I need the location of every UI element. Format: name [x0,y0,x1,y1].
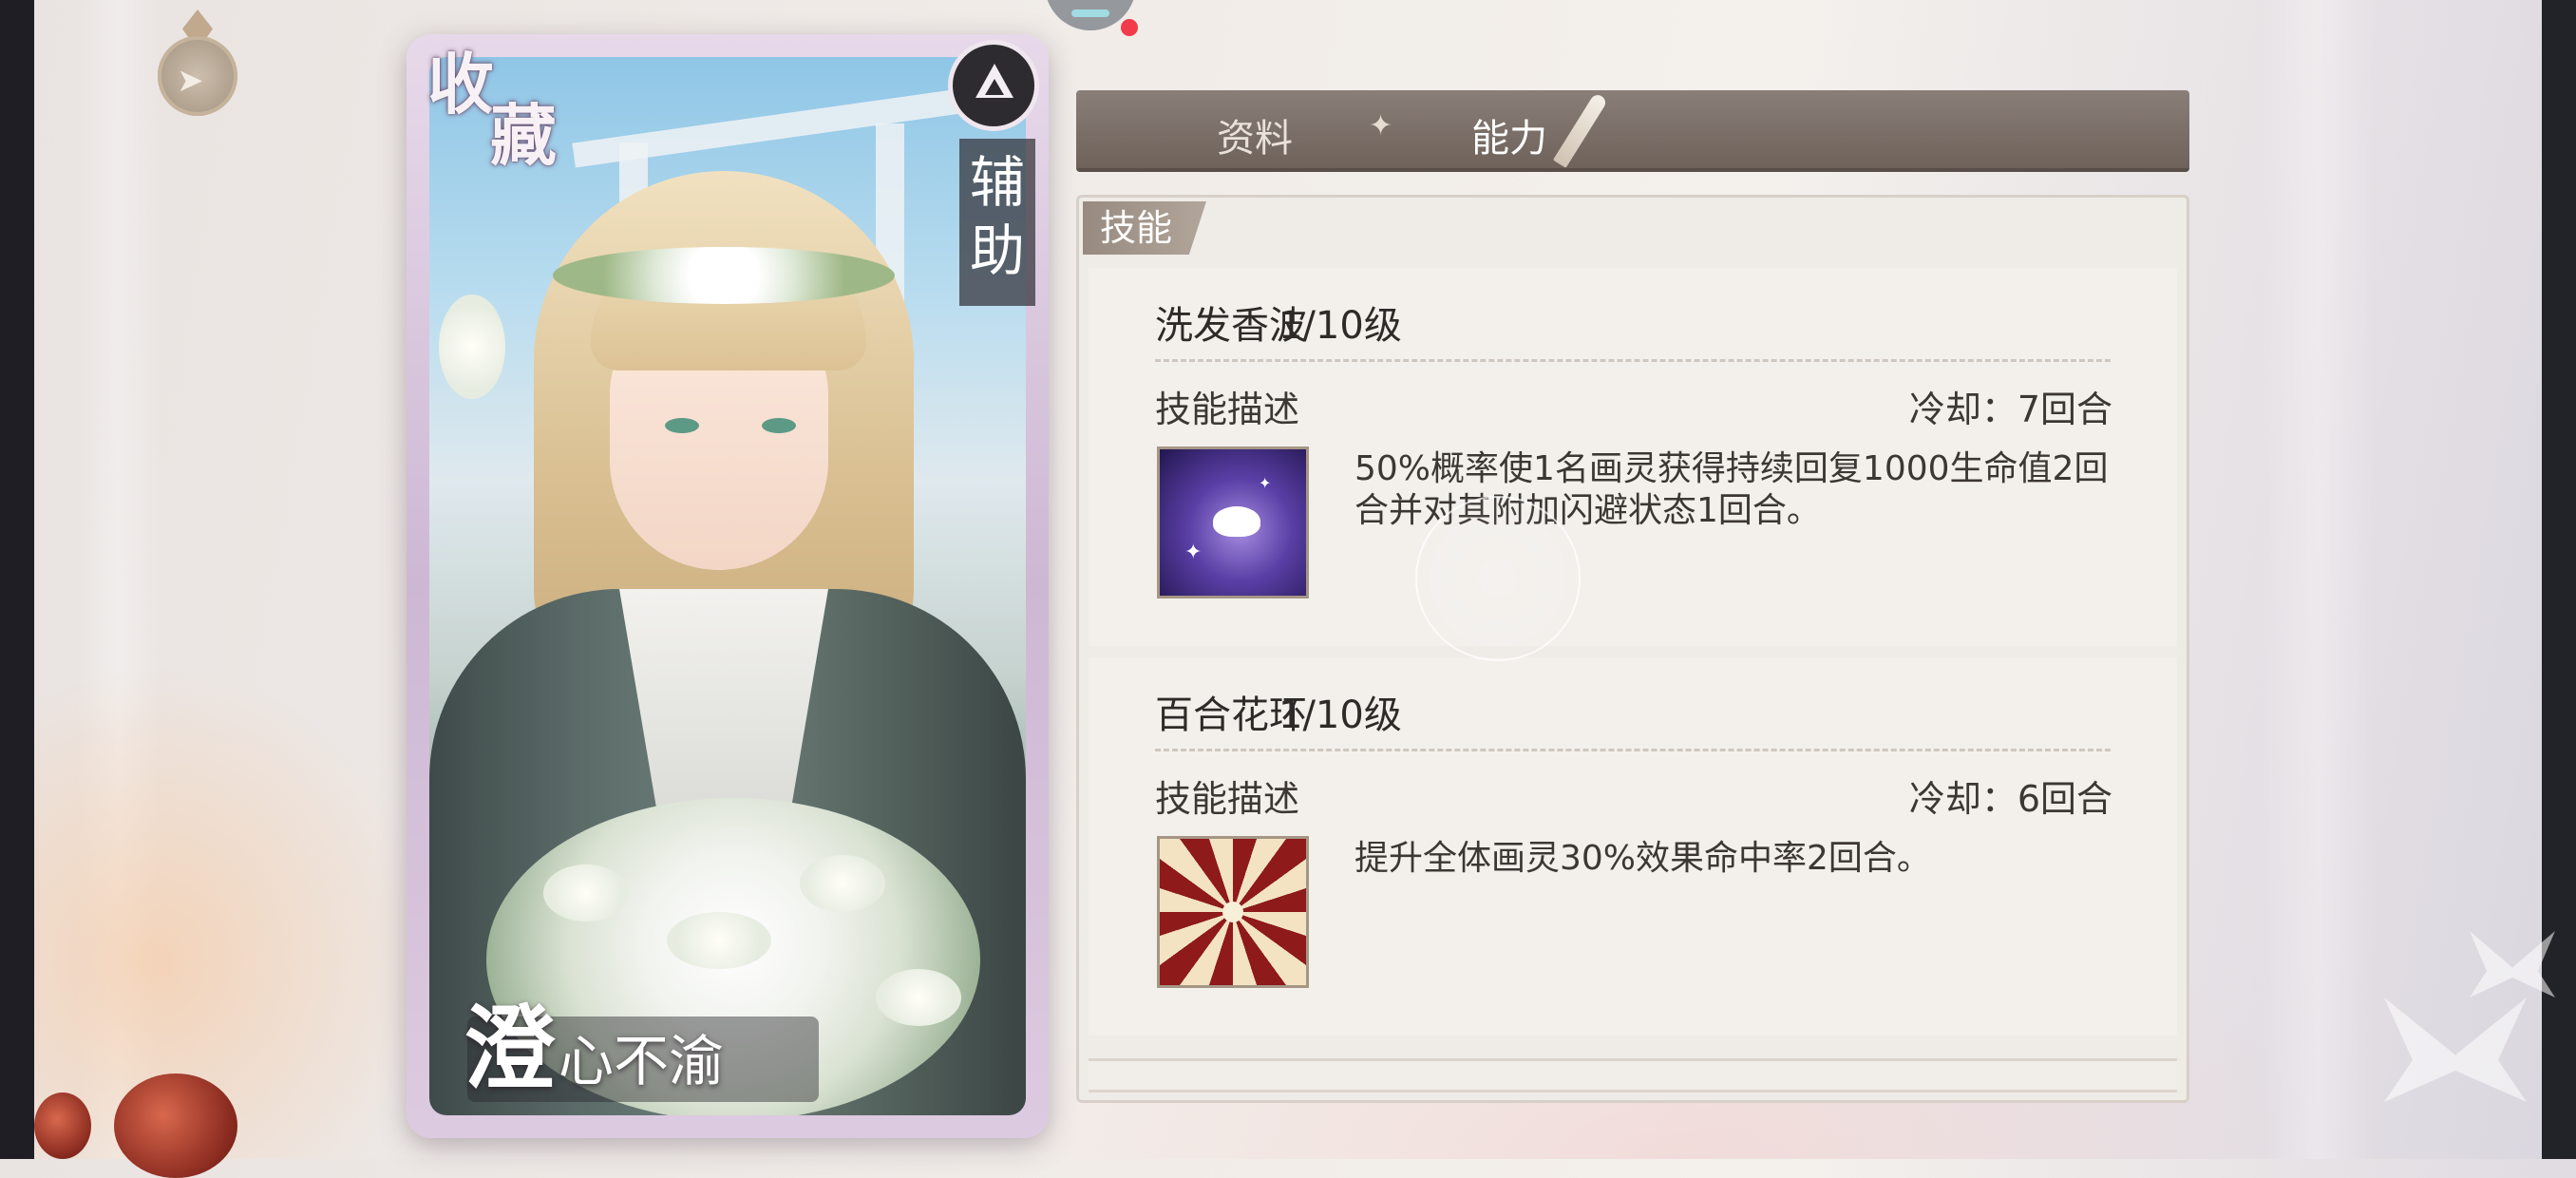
lily-flower [439,294,505,399]
collection-badge[interactable]: 收 藏 [422,44,583,186]
character-portrait [429,57,1026,1115]
rose-decoration [34,1092,91,1159]
support-triangle-icon [948,40,1039,131]
tab-ability[interactable]: 能力 [1471,107,1547,162]
skill-entry: 百合花环 1/10级 技能描述 冷却：6回合 提升全体画灵30%效果命中率2回合… [1089,657,2177,1036]
notification-dot [1121,19,1138,36]
touch-indicator [1415,496,1581,661]
collect-label-char: 收 [427,45,494,124]
butterfly-decoration [2384,998,2527,1102]
flower-wreath [553,247,895,304]
skills-panel: 技能 洗发香波 1/10级 技能描述 冷却：7回合 ✦ ✦ 50%概率使1名画灵获… [1076,195,2189,1103]
character-eye [665,418,699,433]
card-title: 澄心不渝 [464,975,724,1102]
skill-level: 1/10级 [1279,304,1402,348]
skill-description-label: 技能描述 [1155,389,1300,430]
quill-pen-icon [1552,92,1609,168]
lily-flower [876,969,961,1026]
tab-separator-icon: ✦ [1369,109,1393,142]
skill-level: 1/10级 [1279,694,1402,737]
tab-bar: 资料 ✦ 能力 [1076,90,2189,172]
skills-panel-header: 技能 [1083,201,1207,255]
lily-flower [800,855,885,912]
character-card[interactable]: 收 藏 辅 助 澄心不渝 [407,34,1049,1138]
tab-profile[interactable]: 资料 [1217,107,1293,162]
panel-footer-ornament [1089,1058,2177,1092]
role-label-char: 辅 [969,150,1025,215]
skill-entry: 洗发香波 1/10级 技能描述 冷却：7回合 ✦ ✦ 50%概率使1名画灵获得持续… [1089,268,2177,646]
back-button[interactable]: ➤ [141,10,255,124]
skill-description-label: 技能描述 [1155,778,1300,820]
skill-description: 提升全体画灵30%效果命中率2回合。 [1354,839,1931,878]
lily-flower [543,864,629,922]
collect-label-char: 藏 [490,96,557,175]
card-title-big: 澄 [464,995,555,1102]
left-frame [0,0,34,1159]
skill-cooldown: 冷却：7回合 [1908,389,2112,430]
role-label-char: 助 [969,218,1025,283]
skill-cooldown: 冷却：6回合 [1908,778,2112,820]
dashed-divider [1155,749,2111,751]
background-glow [34,665,433,1159]
swirl-burst-skill-icon[interactable] [1157,836,1309,988]
lily-flower [667,912,771,969]
rose-decoration [114,1074,237,1178]
card-title-small: 心不渝 [559,1029,725,1093]
cat-star-skill-icon[interactable]: ✦ ✦ [1157,446,1309,598]
character-eye [762,418,796,433]
role-label: 辅 助 [959,139,1035,306]
dashed-divider [1155,359,2111,362]
back-arrow-icon: ➤ [177,62,204,100]
